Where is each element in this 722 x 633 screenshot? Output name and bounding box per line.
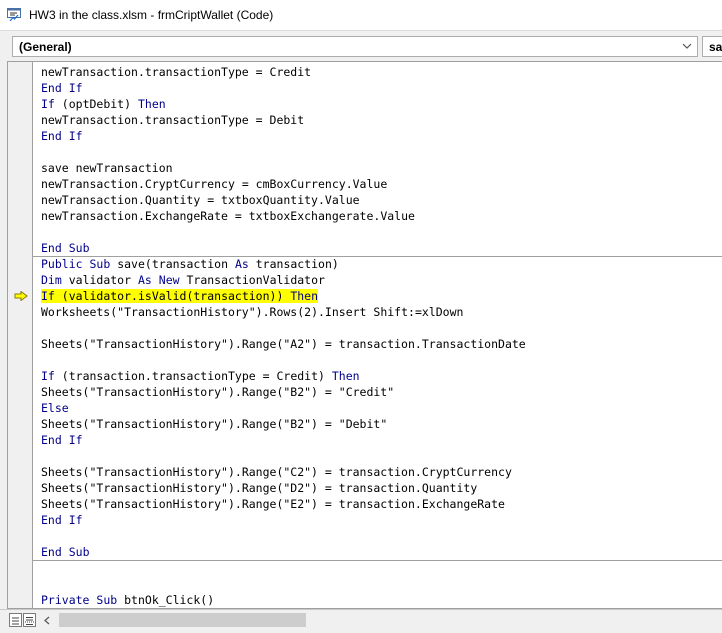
code-line-text: newTransaction.transactionType = Credit xyxy=(41,65,312,79)
code-line-text: End If xyxy=(41,433,83,447)
code-line[interactable]: Sheets("TransactionHistory").Range("E2")… xyxy=(41,496,722,512)
code-line[interactable] xyxy=(41,448,722,464)
code-window-status-bar xyxy=(0,609,722,633)
code-line[interactable]: If (validator.isValid(transaction)) Then xyxy=(41,288,722,304)
code-line[interactable]: newTransaction.ExchangeRate = txtboxExch… xyxy=(41,208,722,224)
code-line-text: Sheets("TransactionHistory").Range("D2")… xyxy=(41,481,478,495)
code-line-text: End If xyxy=(41,81,83,95)
chevron-down-icon[interactable] xyxy=(682,42,692,50)
scroll-left-arrow-icon[interactable] xyxy=(44,616,50,625)
procedure-separator xyxy=(33,256,722,257)
procedure-combo[interactable]: save xyxy=(702,36,722,57)
code-line-text: Public Sub save(transaction As transacti… xyxy=(41,257,339,271)
code-line-text: Else xyxy=(41,401,69,415)
code-line[interactable] xyxy=(41,320,722,336)
code-line-text: Dim validator As New TransactionValidato… xyxy=(41,273,325,287)
code-line-text: Sheets("TransactionHistory").Range("E2")… xyxy=(41,497,505,511)
code-line-text: newTransaction.CryptCurrency = cmBoxCurr… xyxy=(41,177,388,191)
code-line[interactable]: Sheets("TransactionHistory").Range("B2")… xyxy=(41,416,722,432)
code-line-text: Sheets("TransactionHistory").Range("C2")… xyxy=(41,465,512,479)
code-line[interactable]: save newTransaction xyxy=(41,160,722,176)
code-line[interactable]: Sheets("TransactionHistory").Range("B2")… xyxy=(41,384,722,400)
code-line[interactable]: End If xyxy=(41,80,722,96)
procedure-separator xyxy=(33,560,722,561)
code-line[interactable]: Sheets("TransactionHistory").Range("A2")… xyxy=(41,336,722,352)
code-line-text: save newTransaction xyxy=(41,161,173,175)
code-editor[interactable]: newTransaction.transactionType = Credit E… xyxy=(7,61,722,609)
code-line[interactable]: End Sub xyxy=(41,240,722,256)
code-line-text: If (validator.isValid(transaction)) Then xyxy=(41,289,319,303)
code-line[interactable]: Dim validator As New TransactionValidato… xyxy=(41,272,722,288)
code-line-text: newTransaction.Quantity = txtboxQuantity… xyxy=(41,193,360,207)
code-line-text: Worksheets("TransactionHistory").Rows(2)… xyxy=(41,305,464,319)
code-text-area[interactable]: newTransaction.transactionType = Credit E… xyxy=(41,64,722,608)
code-window-toolbar: (General) save xyxy=(0,31,722,61)
code-line-text: Private Sub btnOk_Click() xyxy=(41,593,215,607)
code-line[interactable]: End Sub xyxy=(41,544,722,560)
code-line[interactable]: End If xyxy=(41,128,722,144)
code-line[interactable] xyxy=(41,576,722,592)
code-line-text: End If xyxy=(41,129,83,143)
code-line[interactable]: Else xyxy=(41,400,722,416)
code-line[interactable]: newTransaction.transactionType = Debit xyxy=(41,112,722,128)
code-line-text: If (optDebit) Then xyxy=(41,97,166,111)
code-line[interactable]: Sheets("TransactionHistory").Range("C2")… xyxy=(41,464,722,480)
code-line[interactable] xyxy=(41,352,722,368)
code-line-text: End Sub xyxy=(41,241,90,255)
code-line[interactable] xyxy=(41,224,722,240)
code-line[interactable]: Worksheets("TransactionHistory").Rows(2)… xyxy=(41,304,722,320)
code-line-text: newTransaction.ExchangeRate = txtboxExch… xyxy=(41,209,415,223)
code-line[interactable]: If (transaction.transactionType = Credit… xyxy=(41,368,722,384)
procedure-view-icon[interactable] xyxy=(9,613,22,627)
code-line[interactable]: End If xyxy=(41,512,722,528)
window-title-bar: HW3 in the class.xlsm - frmCriptWallet (… xyxy=(0,0,722,31)
code-line-text: End Sub xyxy=(41,545,90,559)
code-line-text: Sheets("TransactionHistory").Range("A2")… xyxy=(41,337,526,351)
code-line[interactable]: If (optDebit) Then xyxy=(41,96,722,112)
code-line[interactable]: newTransaction.transactionType = Credit xyxy=(41,64,722,80)
code-line[interactable] xyxy=(41,560,722,576)
procedure-combo-value: save xyxy=(709,40,722,54)
code-line[interactable]: newTransaction.CryptCurrency = cmBoxCurr… xyxy=(41,176,722,192)
code-line-text: End If xyxy=(41,513,83,527)
code-line[interactable]: newTransaction.Quantity = txtboxQuantity… xyxy=(41,192,722,208)
code-margin[interactable] xyxy=(8,62,33,608)
code-line[interactable] xyxy=(41,528,722,544)
horizontal-scrollbar[interactable] xyxy=(38,612,722,629)
code-line[interactable]: Sheets("TransactionHistory").Range("D2")… xyxy=(41,480,722,496)
code-line-text: newTransaction.transactionType = Debit xyxy=(41,113,305,127)
scrollbar-thumb[interactable] xyxy=(59,613,306,627)
full-module-view-icon[interactable] xyxy=(23,613,36,627)
object-combo[interactable]: (General) xyxy=(12,36,698,57)
code-line-text: If (transaction.transactionType = Credit… xyxy=(41,369,360,383)
code-line[interactable]: End If xyxy=(41,432,722,448)
window-title: HW3 in the class.xlsm - frmCriptWallet (… xyxy=(29,8,274,22)
code-line[interactable] xyxy=(41,144,722,160)
object-combo-value: (General) xyxy=(19,40,72,54)
vba-code-window-icon xyxy=(7,8,21,21)
code-line[interactable]: Public Sub save(transaction As transacti… xyxy=(41,256,722,272)
code-line[interactable]: Private Sub btnOk_Click() xyxy=(41,592,722,608)
current-line-arrow-icon xyxy=(14,291,28,301)
code-line-text: Sheets("TransactionHistory").Range("B2")… xyxy=(41,385,395,399)
code-line-text: Sheets("TransactionHistory").Range("B2")… xyxy=(41,417,388,431)
